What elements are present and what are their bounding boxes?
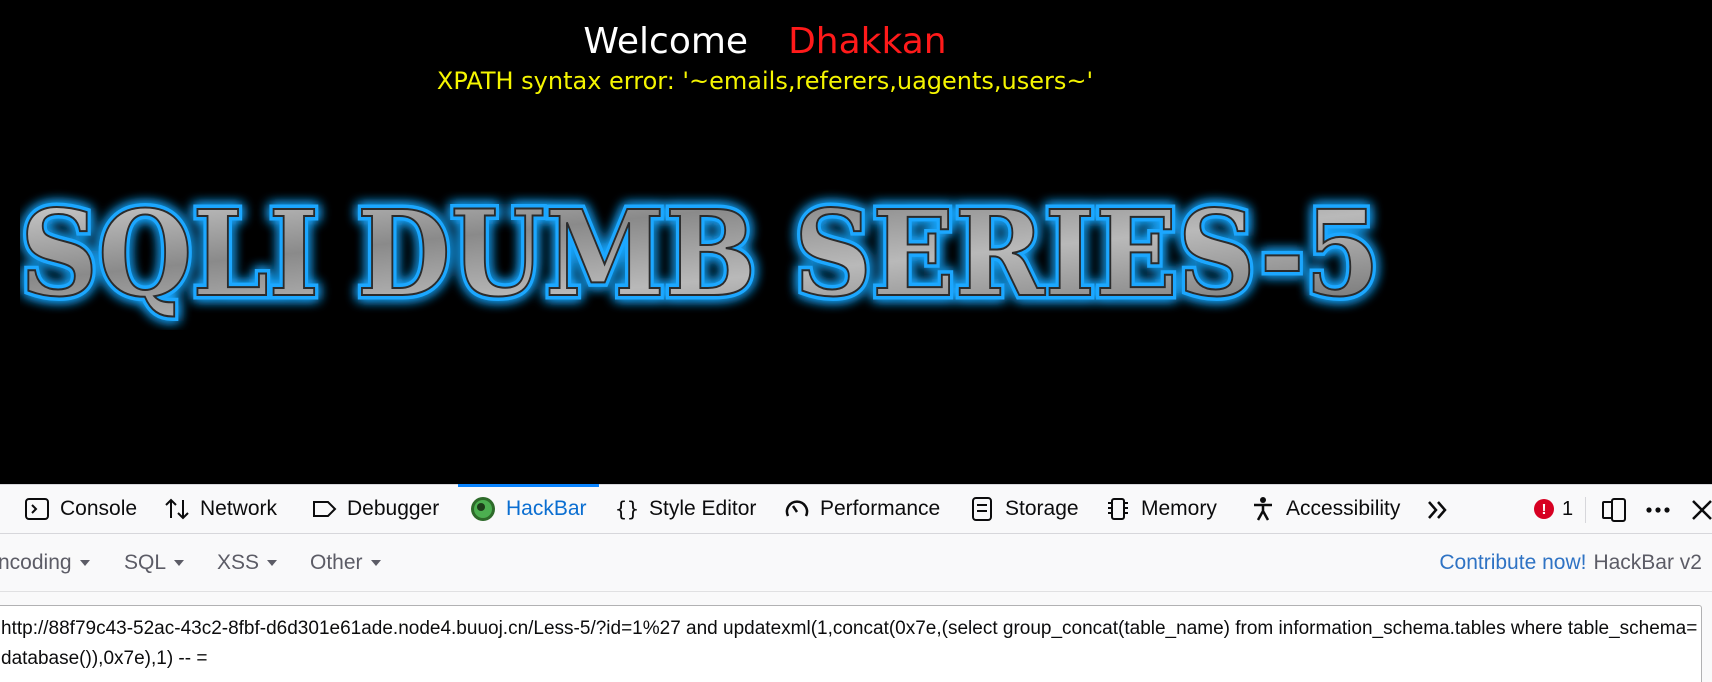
storage-icon xyxy=(972,497,992,521)
overflow-chevron-icon[interactable] xyxy=(1424,496,1452,524)
devtools-panel: Console Network Debugger HackBar {} Styl… xyxy=(0,484,1712,682)
tab-label: Memory xyxy=(1141,497,1217,520)
tab-hackbar[interactable]: HackBar xyxy=(458,484,599,533)
tab-label: Debugger xyxy=(347,497,440,520)
more-options-icon[interactable] xyxy=(1644,496,1672,524)
tab-accessibility[interactable]: Accessibility xyxy=(1250,485,1400,533)
tab-network[interactable]: Network xyxy=(164,485,277,533)
tab-label: Network xyxy=(200,497,278,520)
caret-down-icon xyxy=(174,560,185,566)
tab-label: Performance xyxy=(820,497,941,520)
url-textarea[interactable]: http://88f79c43-52ac-43c2-8fbf-d6d301e61… xyxy=(0,605,1702,682)
tab-performance[interactable]: Performance xyxy=(784,485,940,533)
devtools-tabbar: Console Network Debugger HackBar {} Styl… xyxy=(0,484,1712,534)
console-icon xyxy=(25,498,49,520)
caret-down-icon xyxy=(79,560,90,566)
tab-label: Accessibility xyxy=(1286,497,1401,520)
responsive-design-icon[interactable] xyxy=(1600,496,1628,524)
tab-label: Console xyxy=(60,497,138,520)
debugger-icon xyxy=(313,501,337,517)
error-count-badge[interactable]: ! 1 xyxy=(1534,485,1573,533)
tab-storage[interactable]: Storage xyxy=(969,485,1079,533)
performance-icon xyxy=(785,500,809,517)
tab-label: HackBar xyxy=(506,497,587,520)
hackbar-icon xyxy=(471,497,495,521)
menu-xss[interactable]: XSS xyxy=(217,534,278,592)
tab-style-editor[interactable]: {} Style Editor xyxy=(613,485,756,533)
welcome-text: Welcome xyxy=(583,21,749,62)
menu-label: SQL xyxy=(124,551,167,574)
hackbar-menubar: ncoding SQL XSS Other Contribute now! Ha… xyxy=(0,534,1712,592)
tab-memory[interactable]: Memory xyxy=(1105,485,1217,533)
memory-icon xyxy=(1108,498,1128,520)
tab-label: Style Editor xyxy=(649,497,757,520)
tab-console[interactable]: Console xyxy=(24,485,137,533)
version-label: HackBar v2 xyxy=(1593,551,1702,574)
sqli-banner-image: SQLI DUMB SERIES-5 SQLI DUMB SERIES-5 xyxy=(20,180,1520,330)
caret-down-icon xyxy=(370,560,381,566)
close-icon[interactable] xyxy=(1688,496,1712,524)
svg-text:{}: {} xyxy=(615,497,639,521)
xpath-error-message: XPATH syntax error: '~emails,referers,ua… xyxy=(436,67,1094,95)
user-name: Dhakkan xyxy=(788,21,947,62)
welcome-line: Welcome Dhakkan xyxy=(0,20,1530,64)
contribute-area: Contribute now! HackBar v2 xyxy=(1439,534,1702,592)
web-content: Welcome Dhakkan XPATH syntax error: '~ema… xyxy=(0,0,1712,484)
tab-label: Storage xyxy=(1005,497,1079,520)
menu-sql[interactable]: SQL xyxy=(124,534,185,592)
menu-other[interactable]: Other xyxy=(310,534,381,592)
menu-encoding[interactable]: ncoding xyxy=(0,534,90,592)
menu-label: XSS xyxy=(217,551,260,574)
error-icon: ! xyxy=(1534,499,1554,519)
network-icon xyxy=(165,498,189,520)
caret-down-icon xyxy=(267,560,278,566)
menu-label: ncoding xyxy=(0,551,72,574)
accessibility-icon xyxy=(1254,497,1272,521)
menu-label: Other xyxy=(310,551,363,574)
svg-text:SQLI DUMB SERIES-5: SQLI DUMB SERIES-5 xyxy=(20,184,1380,323)
page: Welcome Dhakkan XPATH syntax error: '~ema… xyxy=(0,0,1712,682)
tab-debugger[interactable]: Debugger xyxy=(311,485,439,533)
error-count: 1 xyxy=(1562,497,1574,520)
contribute-link[interactable]: Contribute now! xyxy=(1439,551,1586,575)
toolbar-divider xyxy=(1585,497,1586,523)
style-editor-icon: {} xyxy=(615,497,639,521)
